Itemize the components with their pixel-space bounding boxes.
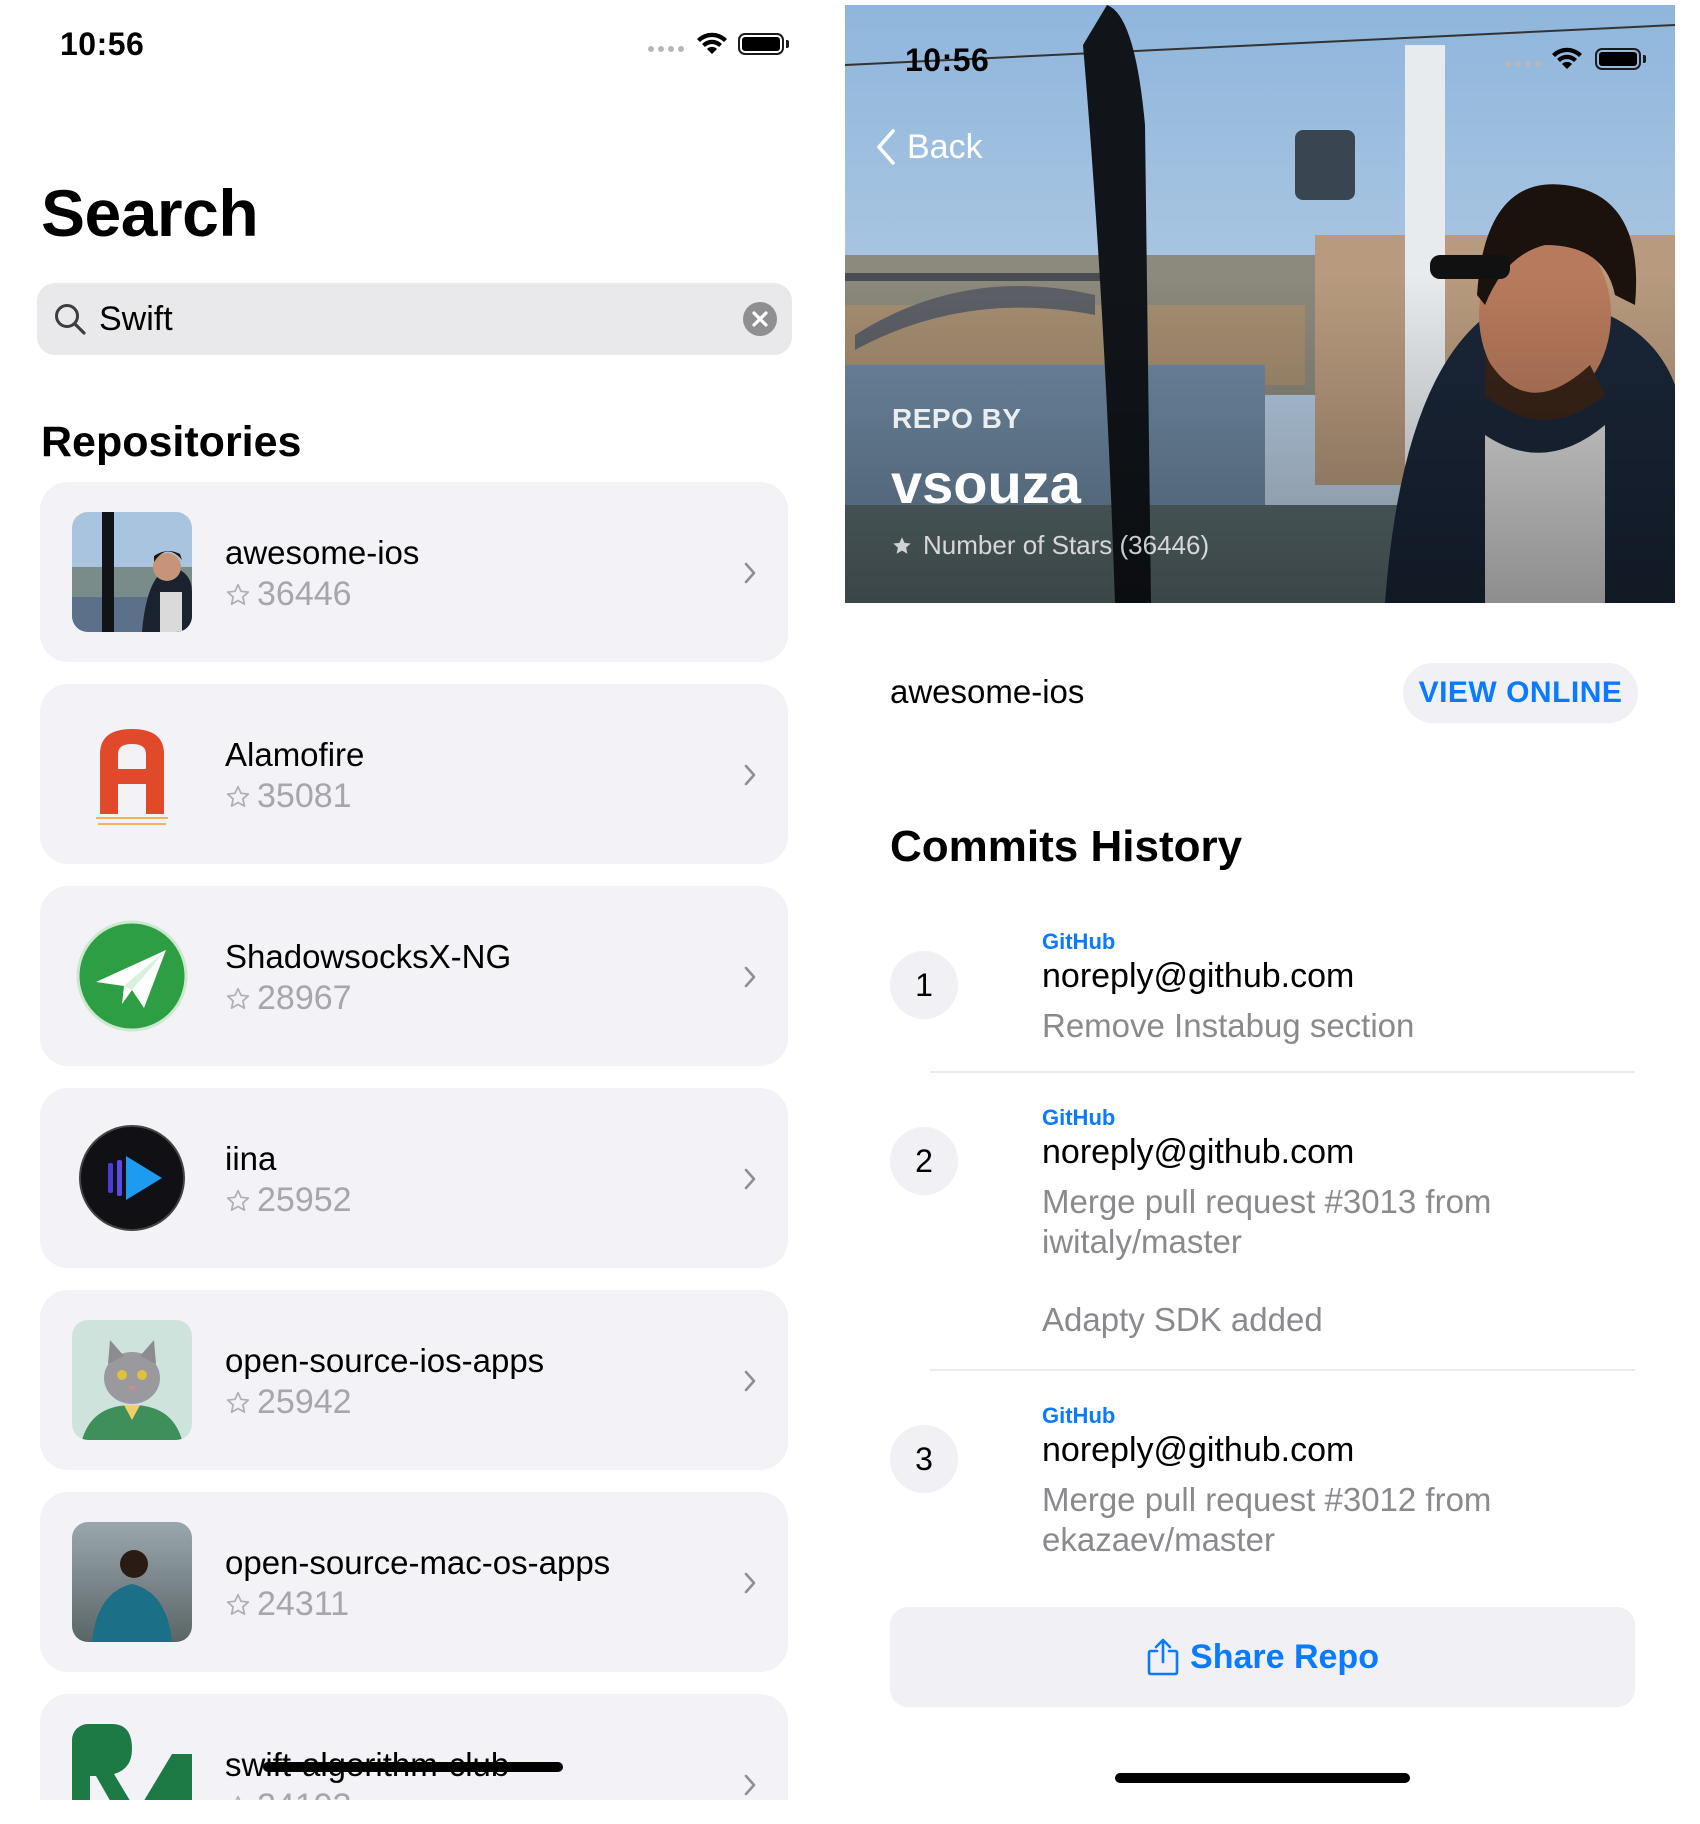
- star-icon: [226, 1593, 250, 1615]
- iina-logo: [72, 1118, 192, 1238]
- status-bar: 10:56: [845, 5, 1675, 105]
- repo-name: awesome-ios: [225, 534, 420, 571]
- commit-author-email: noreply@github.com: [1042, 1133, 1355, 1171]
- chevron-right-icon: [744, 562, 756, 584]
- cat-avatar: [72, 1320, 192, 1440]
- commit-message: Merge pull request #3013 from iwitaly/ma…: [1042, 1183, 1492, 1260]
- chevron-right-icon: [744, 1168, 756, 1190]
- owner-name: vsouza: [891, 452, 1081, 515]
- alamofire-logo: [72, 714, 192, 834]
- bottom-safe-area: [0, 1800, 800, 1824]
- chevron-right-icon: [744, 966, 756, 988]
- repo-stars: 25952: [225, 1181, 352, 1220]
- stars-caption: Number of Stars (36446): [891, 530, 1209, 561]
- chevron-right-icon: [744, 1370, 756, 1392]
- cellular-signal-icon: [1505, 61, 1541, 67]
- commit-message: Merge pull request #3012 from ekazaev/ma…: [1042, 1481, 1492, 1558]
- commit-row: 3 GitHub noreply@github.com Merge pull r…: [890, 1403, 1650, 1573]
- commit-number: 1: [890, 951, 958, 1019]
- commit-author-email: noreply@github.com: [1042, 957, 1355, 995]
- commit-message: Remove Instabug section: [1042, 1007, 1415, 1044]
- clear-search-icon[interactable]: [743, 302, 777, 336]
- battery-icon: [1595, 48, 1646, 70]
- wifi-icon: [697, 32, 727, 54]
- commit-row: 1 GitHub noreply@github.com Remove Insta…: [890, 929, 1650, 1079]
- search-field[interactable]: Swift: [37, 283, 792, 355]
- commit-author-email: noreply@github.com: [1042, 1431, 1355, 1469]
- divider: [930, 1071, 1635, 1073]
- repo-name: open-source-mac-os-apps: [225, 1544, 611, 1581]
- repo-by-label: REPO BY: [892, 403, 1022, 434]
- divider: [930, 1369, 1635, 1371]
- home-indicator[interactable]: [1115, 1773, 1410, 1783]
- share-icon: [1147, 1638, 1179, 1676]
- star-icon: [226, 1391, 250, 1413]
- repo-star-count: 25942: [257, 1383, 352, 1421]
- star-icon: [226, 785, 250, 807]
- star-icon: [226, 987, 250, 1009]
- commit-message-body: Adapty SDK added: [1042, 1301, 1323, 1338]
- status-time: 10:56: [60, 26, 145, 62]
- status-bar: 10:56: [0, 0, 800, 100]
- repo-row[interactable]: iina 25952: [40, 1088, 788, 1268]
- photo-avatar-cable-car: [72, 512, 192, 632]
- commit-source: GitHub: [1042, 1403, 1116, 1428]
- repo-star-count: 35081: [257, 777, 352, 815]
- commit-source: GitHub: [1042, 1105, 1116, 1130]
- repo-row[interactable]: ShadowsocksX-NG 28967: [40, 886, 788, 1066]
- wifi-icon: [1552, 47, 1582, 69]
- stars-caption-text: Number of Stars (36446): [923, 530, 1210, 560]
- home-indicator[interactable]: [263, 1762, 563, 1772]
- repo-star-count: 36446: [257, 575, 352, 613]
- repo-stars: 25942: [225, 1383, 352, 1422]
- view-online-button[interactable]: VIEW ONLINE: [1403, 663, 1638, 723]
- paper-plane-logo: [72, 916, 192, 1036]
- star-icon: [893, 536, 911, 554]
- battery-icon: [738, 33, 789, 55]
- chevron-left-icon: [877, 129, 895, 165]
- search-input[interactable]: Swift: [99, 300, 173, 339]
- cellular-signal-icon: [648, 46, 684, 52]
- search-screen: 10:56 Search Swift Repositories awesome-…: [0, 0, 800, 1824]
- commit-source: GitHub: [1042, 929, 1116, 954]
- search-icon: [55, 304, 86, 335]
- repo-stars: 35081: [225, 777, 352, 816]
- repo-row[interactable]: open-source-mac-os-apps 24311: [40, 1492, 788, 1672]
- star-icon: [226, 583, 250, 605]
- repo-name: Alamofire: [225, 736, 365, 773]
- section-title-repositories: Repositories: [41, 418, 302, 466]
- repo-detail-screen: 10:56 Back REPO BY vsouza Number of Star…: [845, 0, 1680, 1824]
- commit-row: 2 GitHub noreply@github.com Merge pull r…: [890, 1105, 1650, 1365]
- repo-star-count: 25952: [257, 1181, 352, 1219]
- chevron-right-icon: [744, 764, 756, 786]
- repo-star-count: 28967: [257, 979, 352, 1017]
- chevron-right-icon: [744, 1774, 756, 1796]
- commits-history-title: Commits History: [890, 822, 1243, 871]
- hoodie-person-avatar: [72, 1522, 192, 1642]
- repo-stars: 28967: [225, 979, 352, 1018]
- page-title: Search: [41, 176, 259, 250]
- repo-row[interactable]: open-source-ios-apps 25942: [40, 1290, 788, 1470]
- commit-number: 3: [890, 1425, 958, 1493]
- owner-hero-photo: 10:56 Back REPO BY vsouza Number of Star…: [845, 5, 1675, 603]
- repo-stars: 36446: [225, 575, 352, 614]
- commit-number: 2: [890, 1127, 958, 1195]
- repo-name: iina: [225, 1140, 277, 1177]
- repo-name: awesome-ios: [890, 673, 1085, 710]
- repo-row[interactable]: Alamofire 35081: [40, 684, 788, 864]
- repo-row[interactable]: awesome-ios 36446: [40, 482, 788, 662]
- repo-name: ShadowsocksX-NG: [225, 938, 512, 975]
- star-icon: [226, 1189, 250, 1211]
- repo-star-count: 24311: [257, 1585, 350, 1623]
- repo-name: open-source-ios-apps: [225, 1342, 545, 1379]
- chevron-right-icon: [744, 1572, 756, 1594]
- back-label: Back: [907, 127, 983, 166]
- share-repo-label: Share Repo: [1190, 1637, 1379, 1676]
- status-time: 10:56: [905, 42, 990, 78]
- share-repo-button[interactable]: Share Repo: [890, 1607, 1635, 1707]
- back-button[interactable]: Back: [875, 127, 983, 167]
- repo-stars: 24311: [225, 1585, 349, 1624]
